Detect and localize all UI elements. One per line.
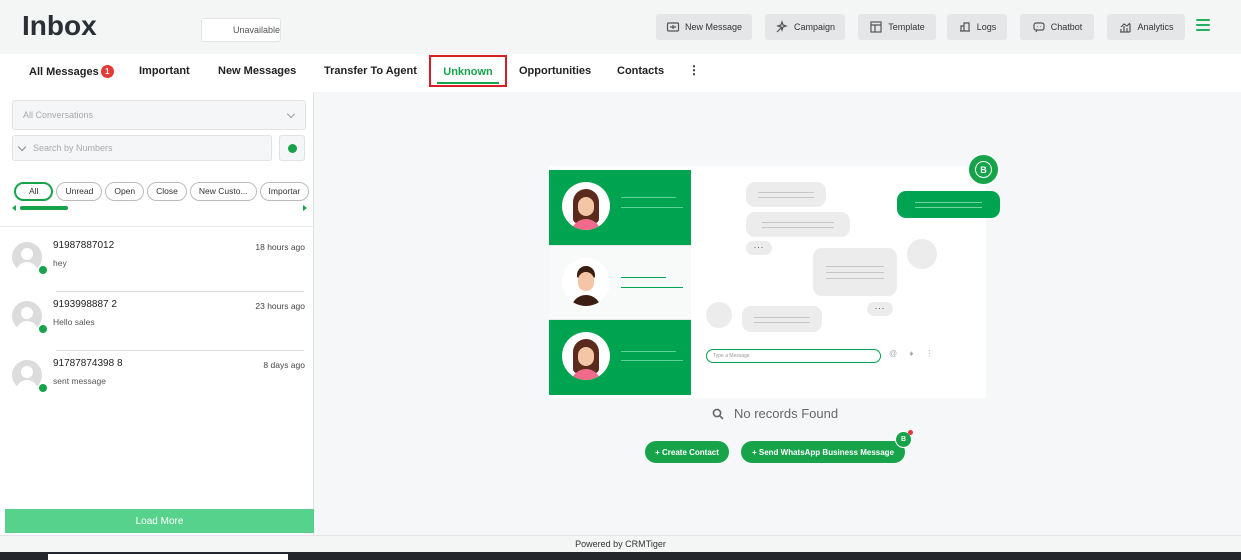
conversation-item[interactable]: 91787874398 8 sent message 8 days ago [0, 350, 314, 412]
main-content: ... ... B Type a Message @ ♦ ⋮ No record… [315, 92, 1241, 535]
template-icon [870, 21, 882, 33]
divider [56, 291, 304, 292]
logs-button[interactable]: Logs [947, 14, 1007, 40]
analytics-label: Analytics [1137, 22, 1174, 32]
whatsapp-icon [38, 383, 48, 393]
send-whatsapp-message-button[interactable]: + Send WhatsApp Business Message [741, 441, 905, 463]
tab-unknown[interactable]: Unknown [429, 55, 507, 87]
divider [0, 226, 314, 227]
filter-chip-new-customer[interactable]: New Custo... [189, 182, 257, 201]
search-button[interactable] [279, 135, 305, 161]
tab-important[interactable]: Important [139, 65, 190, 77]
campaign-icon [776, 20, 788, 33]
analytics-icon [1120, 22, 1132, 33]
template-button[interactable]: Template [858, 14, 936, 40]
chat-panel [549, 170, 691, 245]
chevron-down-icon [287, 110, 295, 118]
chevron-down-icon [17, 142, 27, 152]
new-message-label: New Message [684, 22, 743, 32]
chatbot-label: Chatbot [1050, 22, 1083, 32]
no-records-text: No records Found [734, 406, 839, 421]
more-tabs-icon[interactable]: ⋮ [688, 63, 700, 77]
man-avatar-icon [706, 302, 732, 328]
message-time: 8 days ago [263, 360, 305, 370]
filter-scrollbar[interactable] [12, 205, 307, 211]
contact-number: 91787874398 8 [53, 358, 123, 369]
last-message: hey [53, 258, 67, 268]
chatbot-icon [1033, 22, 1045, 33]
search-placeholder: Search by Numbers [33, 143, 113, 153]
hamburger-menu-icon[interactable] [1196, 19, 1210, 33]
woman-avatar-icon [562, 182, 610, 230]
whatsapp-business-icon: B [967, 153, 1000, 186]
logs-label: Logs [976, 22, 997, 32]
new-message-icon [666, 22, 680, 32]
tab-transfer-to-agent[interactable]: Transfer To Agent [324, 65, 417, 77]
tab-contacts[interactable]: Contacts [617, 65, 664, 77]
availability-label: Unavailable [233, 25, 281, 35]
contact-number: 91987887012 [53, 240, 115, 251]
campaign-label: Campaign [793, 22, 836, 32]
tab-unknown-label: Unknown [443, 66, 493, 78]
page-title: Inbox [22, 10, 97, 41]
tab-bar: All Messages 1 Important New Messages Tra… [0, 54, 1241, 92]
last-message: Hello sales [53, 317, 95, 327]
filter-chip-unread[interactable]: Unread [56, 182, 103, 201]
taskbar [0, 552, 1241, 560]
template-label: Template [888, 22, 925, 32]
filter-chip-important[interactable]: Importar [259, 182, 310, 201]
message-time: 18 hours ago [255, 242, 305, 252]
conversation-sidebar: All Conversations Search by Numbers All U… [0, 92, 314, 535]
whatsapp-icon [38, 324, 48, 334]
availability-dropdown[interactable]: Unavailable [201, 18, 281, 42]
conversation-item[interactable]: 9193998887 2 Hello sales 23 hours ago [0, 291, 314, 353]
logs-icon [959, 22, 970, 32]
conversation-item[interactable]: 91987887012 hey 18 hours ago [0, 238, 314, 294]
chat-panel [549, 320, 691, 395]
message-time: 23 hours ago [255, 301, 305, 311]
divider [56, 350, 304, 351]
scrollbar-thumb[interactable] [20, 206, 68, 210]
header-bar: Inbox Unavailable New Message Campaign T… [0, 0, 1241, 54]
scroll-right-icon[interactable] [303, 205, 307, 211]
tab-all-messages[interactable]: All Messages 1 [29, 65, 114, 78]
empty-state: No records Found [712, 406, 838, 421]
filter-chip-open[interactable]: Open [105, 182, 145, 201]
unread-count-badge: 1 [100, 65, 114, 78]
type-message-field-illustration: Type a Message [706, 349, 881, 363]
whatsapp-icon [38, 265, 48, 275]
woman-avatar-icon [562, 332, 610, 380]
tab-opportunities[interactable]: Opportunities [519, 65, 591, 77]
contact-number: 9193998887 2 [53, 299, 117, 310]
conversation-filter-select[interactable]: All Conversations [12, 100, 306, 130]
woman-avatar-icon [907, 239, 937, 269]
notification-dot-icon [908, 430, 913, 435]
footer: Powered by CRMTiger [0, 535, 1241, 552]
tab-all-messages-label: All Messages [29, 66, 99, 78]
load-more-button[interactable]: Load More [5, 509, 314, 533]
filter-chips: All Unread Open Close New Custo... Importar [14, 182, 310, 202]
search-icon [712, 408, 724, 420]
tab-new-messages[interactable]: New Messages [218, 65, 296, 77]
search-input[interactable]: Search by Numbers [12, 135, 272, 161]
new-message-button[interactable]: New Message [656, 14, 752, 40]
filter-chip-all[interactable]: All [14, 182, 54, 201]
chat-panel [549, 245, 691, 320]
whatsapp-business-icon: B [895, 430, 913, 448]
create-contact-button[interactable]: + Create Contact [645, 441, 729, 463]
chatbot-button[interactable]: Chatbot [1020, 14, 1094, 40]
last-message: sent message [53, 376, 106, 386]
campaign-button[interactable]: Campaign [765, 14, 845, 40]
filter-chip-close[interactable]: Close [147, 182, 187, 201]
conversation-filter-value: All Conversations [23, 110, 94, 120]
message-actions-icon: @ ♦ ⋮ [889, 349, 939, 358]
analytics-button[interactable]: Analytics [1107, 14, 1185, 40]
scroll-left-icon[interactable] [12, 205, 16, 211]
man-avatar-icon [562, 258, 610, 306]
empty-state-illustration: ... ... B Type a Message @ ♦ ⋮ [549, 153, 1000, 398]
active-tab-underline [437, 82, 499, 84]
search-icon [288, 144, 297, 153]
